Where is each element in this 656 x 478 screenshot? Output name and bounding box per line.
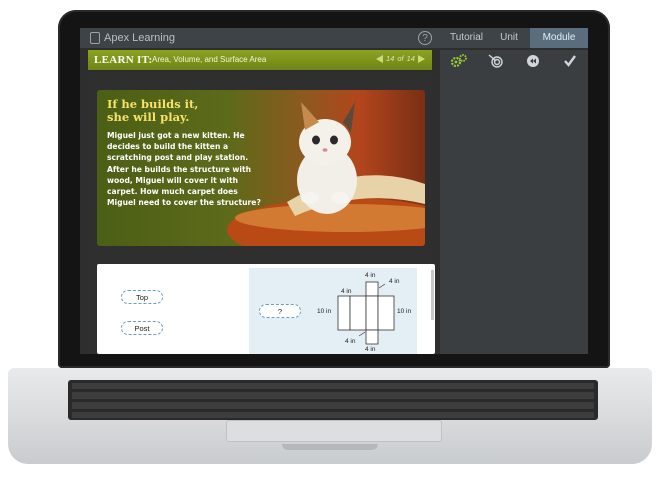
page-total: 14 bbox=[406, 54, 415, 63]
hero-title: If he builds it, she will play. bbox=[107, 98, 267, 124]
hero-card: If he builds it, she will play. Miguel j… bbox=[97, 90, 425, 246]
help-button[interactable]: ? bbox=[418, 31, 432, 45]
gears-tool-button[interactable] bbox=[440, 50, 477, 72]
check-icon bbox=[563, 55, 576, 67]
dim-top-depth: 4 in bbox=[389, 278, 400, 285]
lesson-bar: LEARN IT: Area, Volume, and Surface Area… bbox=[88, 50, 432, 70]
dim-top-width: 4 in bbox=[365, 272, 376, 279]
brand-logo: Apex Learning bbox=[90, 31, 175, 45]
page-navigator: 14 of 14 bbox=[376, 54, 425, 63]
page-of: of bbox=[397, 54, 404, 63]
target-tool-button[interactable] bbox=[477, 50, 514, 72]
gears-icon bbox=[450, 54, 467, 68]
worksheet-scrollbar[interactable] bbox=[431, 270, 434, 320]
tab-unit[interactable]: Unit bbox=[488, 28, 530, 48]
brand-name: Apex Learning bbox=[104, 32, 175, 44]
tool-row bbox=[440, 50, 588, 72]
net-diagram-area: ? 4 in 4 in 4 in 10 in 10 in 4 in 4 in bbox=[249, 268, 417, 354]
top-bar: Apex Learning ? Tutorial Unit Module bbox=[80, 28, 588, 48]
lesson-title: Area, Volume, and Surface Area bbox=[152, 55, 267, 64]
keyboard-keys bbox=[72, 383, 594, 418]
hero-title-line-2: she will play. bbox=[107, 110, 190, 124]
apex-logo-icon bbox=[90, 32, 100, 44]
next-page-icon[interactable] bbox=[417, 54, 425, 63]
lesson-content: If he builds it, she will play. Miguel j… bbox=[88, 72, 435, 354]
rewind-icon bbox=[526, 55, 539, 67]
dim-top-left: 4 in bbox=[341, 288, 352, 295]
keyboard bbox=[68, 380, 598, 420]
tool-panel bbox=[440, 50, 588, 354]
dim-bottom-width: 4 in bbox=[365, 346, 376, 353]
net-worksheet: Top Post ? 4 in 4 in 4 in 10 in 10 in 4 … bbox=[97, 264, 435, 354]
page-current: 14 bbox=[386, 54, 395, 63]
rewind-tool-button[interactable] bbox=[514, 50, 551, 72]
lesson-heading: LEARN IT: bbox=[94, 54, 153, 66]
tab-module[interactable]: Module bbox=[530, 28, 588, 48]
label-post-chip[interactable]: Post bbox=[121, 321, 163, 335]
label-top-chip[interactable]: Top bbox=[121, 290, 163, 304]
trackpad bbox=[226, 420, 442, 442]
tab-tutorial[interactable]: Tutorial bbox=[442, 28, 488, 48]
dim-bottom-left: 4 in bbox=[345, 338, 356, 345]
target-icon bbox=[488, 54, 503, 68]
check-tool-button[interactable] bbox=[551, 50, 588, 72]
app-screen: Apex Learning ? Tutorial Unit Module LEA… bbox=[80, 28, 588, 354]
hero-body: Miguel just got a new kitten. He decides… bbox=[107, 131, 261, 208]
laptop-notch bbox=[282, 444, 378, 450]
dim-height-left: 10 in bbox=[317, 308, 332, 315]
dim-height-right: 10 in bbox=[397, 308, 412, 315]
previous-page-icon[interactable] bbox=[376, 54, 383, 63]
tab-bar: Tutorial Unit Module bbox=[442, 28, 588, 48]
